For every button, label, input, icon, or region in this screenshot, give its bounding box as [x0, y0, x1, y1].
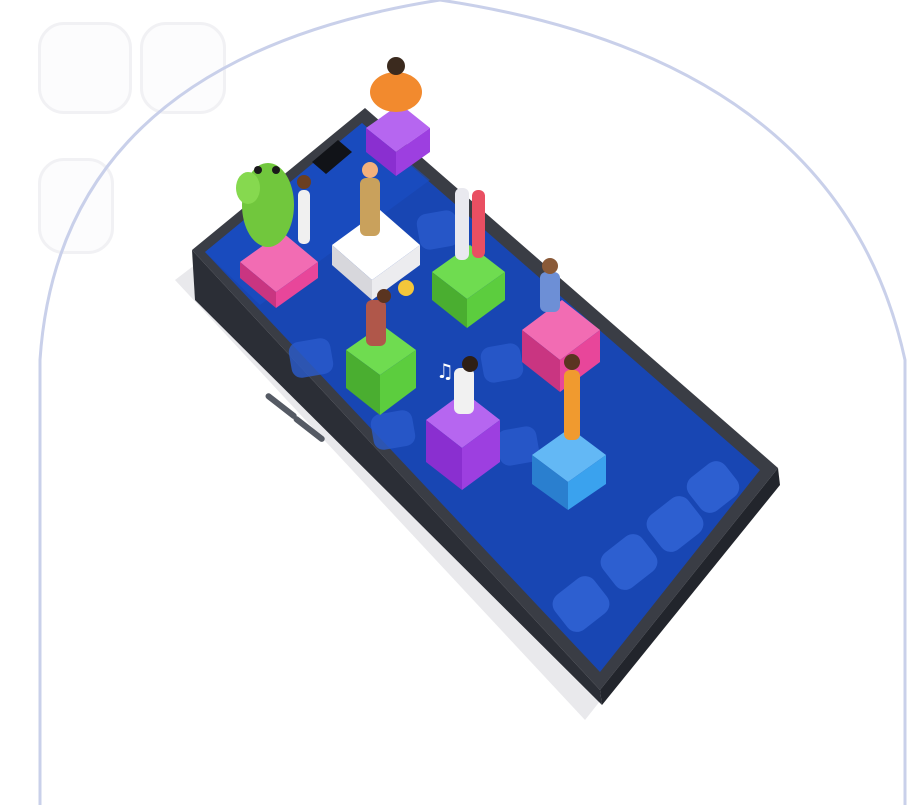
person [455, 188, 469, 260]
person [454, 368, 474, 414]
person-head [362, 162, 378, 178]
person-head [542, 258, 558, 274]
illustration-canvas: ♫ [0, 0, 909, 805]
person [366, 300, 386, 346]
person-head [387, 57, 405, 75]
person-head [377, 289, 391, 303]
person [540, 272, 560, 312]
person [360, 178, 380, 236]
person-head [297, 175, 311, 189]
person [298, 190, 310, 244]
person [472, 190, 485, 258]
orange-character [370, 72, 422, 112]
person-head [564, 354, 580, 370]
person [564, 370, 580, 440]
phone-illustration: ♫ [38, 0, 907, 805]
balloon [398, 280, 414, 296]
music-note-icon: ♫ [436, 359, 454, 383]
person-head [462, 356, 478, 372]
